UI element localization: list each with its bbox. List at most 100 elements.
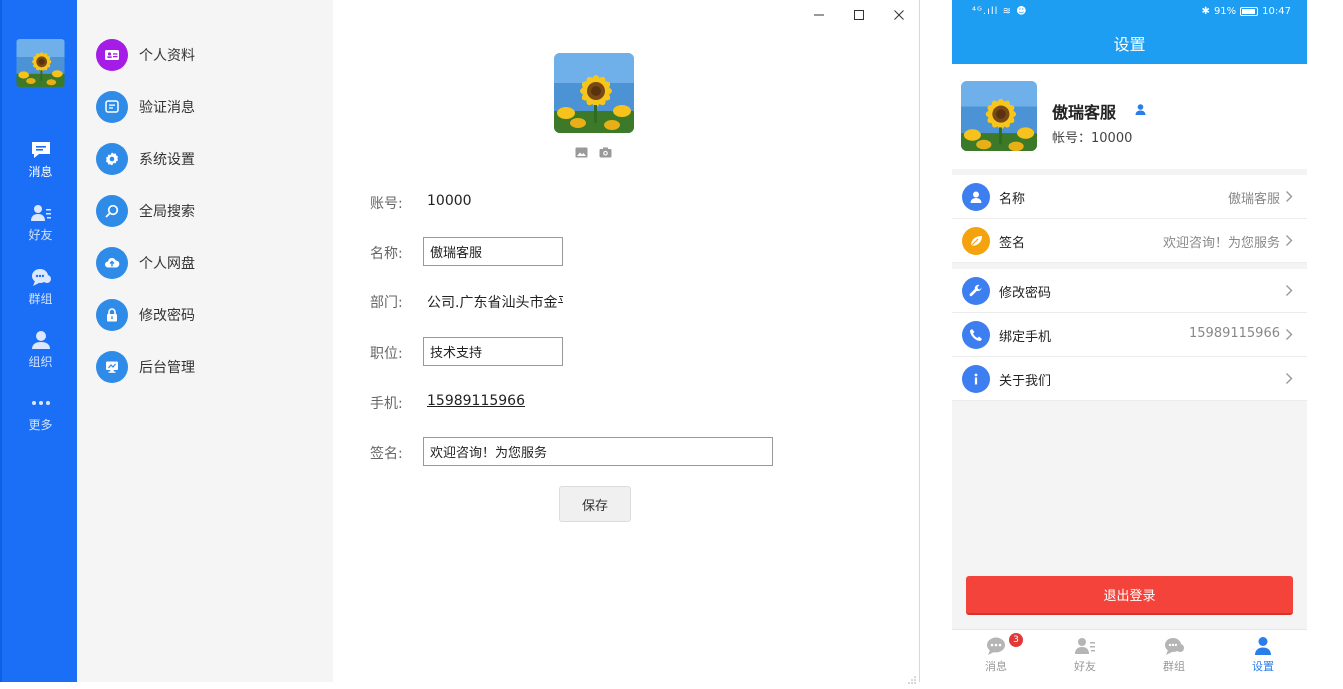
- row-value: 傲瑞客服: [1227, 192, 1280, 207]
- row-name[interactable]: 名称 傲瑞客服: [952, 175, 1307, 219]
- id-card-icon: [96, 39, 128, 71]
- user-name: 傲瑞客服: [1052, 103, 1117, 122]
- rail-item-label: 群组: [28, 292, 53, 306]
- signature-input[interactable]: [423, 437, 773, 466]
- contacts-icon: [1074, 636, 1096, 656]
- rail-item-messages[interactable]: 消息: [2, 140, 79, 180]
- status-bar: ⁴ᴳ.ıll ≋ ☻ ✱ 91% 10:47: [952, 0, 1307, 26]
- group-icon: [1163, 636, 1185, 656]
- menu-item-system-settings[interactable]: 系统设置: [96, 142, 316, 176]
- row-change-password[interactable]: 修改密码: [952, 269, 1307, 313]
- logout-button[interactable]: 退出登录: [966, 576, 1293, 615]
- signature-label: 签名:: [370, 446, 403, 462]
- tab-settings[interactable]: 设置: [1219, 630, 1307, 682]
- name-input[interactable]: [423, 237, 563, 266]
- rail-item-more[interactable]: 更多: [2, 393, 79, 433]
- profile-panel: 账号: 10000 名称: 部门: 公司.广东省汕头市金平区 职位: 手机: 1…: [333, 0, 919, 684]
- bluetooth-icon: ✱: [1201, 6, 1210, 17]
- tab-label: 消息: [985, 660, 1007, 673]
- name-label: 名称:: [370, 246, 403, 262]
- gear-icon: [96, 143, 128, 175]
- menu-item-label: 修改密码: [139, 308, 195, 324]
- desktop-app-window: 消息 好友 群组 组织 更多 个人资料 验证消息 系统设置 全局搜索 个人网盘 …: [0, 0, 920, 684]
- menu-item-cloud-drive[interactable]: 个人网盘: [96, 246, 316, 280]
- rail-item-label: 更多: [28, 418, 53, 432]
- menu-item-label: 系统设置: [139, 152, 195, 168]
- row-label: 修改密码: [999, 286, 1052, 301]
- dept-label: 部门:: [370, 295, 403, 311]
- camera-icon[interactable]: [599, 143, 612, 158]
- cloud-upload-icon: [96, 247, 128, 279]
- save-button[interactable]: 保存: [559, 486, 631, 522]
- menu-item-label: 个人资料: [139, 48, 195, 64]
- menu-item-admin[interactable]: 后台管理: [96, 350, 316, 384]
- menu-item-profile[interactable]: 个人资料: [96, 38, 316, 72]
- tab-label: 群组: [1163, 660, 1185, 673]
- phone-icon: [962, 321, 990, 349]
- account-label: 账号:: [370, 196, 403, 212]
- tab-friends[interactable]: 好友: [1041, 630, 1129, 682]
- battery-icon: [1240, 7, 1259, 16]
- signal-status: ⁴ᴳ.ıll ≋ ☻: [972, 6, 1028, 17]
- search-icon: [96, 195, 128, 227]
- user-icon: [962, 183, 990, 211]
- position-input[interactable]: [423, 337, 563, 366]
- unread-badge: 3: [1009, 633, 1023, 647]
- chevron-right-icon: [1286, 329, 1293, 340]
- rail-item-label: 好友: [28, 228, 53, 242]
- row-label: 绑定手机: [999, 330, 1052, 345]
- image-icon[interactable]: [575, 143, 588, 158]
- avatar[interactable]: [961, 81, 1037, 151]
- more-icon: [30, 393, 52, 413]
- minimize-button[interactable]: [810, 6, 828, 24]
- row-value: 欢迎咨询！为您服务: [1162, 236, 1280, 251]
- chat-icon: [30, 140, 52, 160]
- group-icon: [30, 267, 52, 287]
- rail-item-friends[interactable]: 好友: [2, 203, 79, 243]
- close-button[interactable]: [890, 6, 908, 24]
- position-label: 职位:: [370, 346, 403, 362]
- menu-item-global-search[interactable]: 全局搜索: [96, 194, 316, 228]
- chat-icon: [985, 636, 1007, 656]
- resize-grip-icon[interactable]: [907, 670, 917, 684]
- menu-item-verification[interactable]: 验证消息: [96, 90, 316, 124]
- rail-item-organization[interactable]: 组织: [2, 330, 79, 370]
- info-icon: [962, 365, 990, 393]
- tab-label: 设置: [1252, 660, 1274, 673]
- dept-value: 公司.广东省汕头市金平区: [427, 295, 563, 311]
- bottom-tab-bar: 消息 3 好友 群组 设置: [952, 629, 1307, 682]
- wrench-icon: [962, 277, 990, 305]
- settings-menu: 个人资料 验证消息 系统设置 全局搜索 个人网盘 修改密码 后台管理: [77, 0, 333, 682]
- tab-messages[interactable]: 消息 3: [952, 630, 1040, 682]
- chevron-right-icon: [1286, 191, 1293, 202]
- rail-item-label: 组织: [28, 355, 53, 369]
- tab-groups[interactable]: 群组: [1130, 630, 1218, 682]
- rail-item-label: 消息: [28, 165, 53, 179]
- profile-avatar[interactable]: [554, 53, 634, 133]
- menu-item-change-password[interactable]: 修改密码: [96, 298, 316, 332]
- status-right: ✱ 91% 10:47: [1202, 6, 1291, 17]
- rail-item-groups[interactable]: 群组: [2, 267, 79, 307]
- row-bind-phone[interactable]: 绑定手机 15989115966: [952, 313, 1307, 357]
- account-line: 帐号：10000: [1052, 131, 1133, 146]
- organization-icon: [30, 330, 52, 350]
- account-value: 10000: [427, 193, 472, 209]
- monitor-icon: [96, 351, 128, 383]
- profile-card[interactable]: 傲瑞客服 帐号：10000: [952, 64, 1307, 169]
- row-about-us[interactable]: 关于我们: [952, 357, 1307, 401]
- user-avatar[interactable]: [16, 39, 65, 87]
- menu-item-label: 验证消息: [139, 100, 195, 116]
- clock: 10:47: [1262, 6, 1291, 17]
- row-label: 签名: [999, 236, 1026, 251]
- nav-rail: 消息 好友 群组 组织 更多: [0, 0, 77, 682]
- maximize-button[interactable]: [850, 6, 868, 24]
- row-signature[interactable]: 签名 欢迎咨询！为您服务: [952, 219, 1307, 263]
- contacts-icon: [30, 203, 52, 223]
- row-label: 名称: [999, 192, 1026, 207]
- row-label: 关于我们: [999, 374, 1052, 389]
- menu-item-label: 全局搜索: [139, 204, 195, 220]
- menu-item-label: 后台管理: [139, 360, 195, 376]
- menu-item-label: 个人网盘: [139, 256, 195, 272]
- person-icon: [1134, 101, 1147, 115]
- phone-link[interactable]: 15989115966: [427, 393, 525, 409]
